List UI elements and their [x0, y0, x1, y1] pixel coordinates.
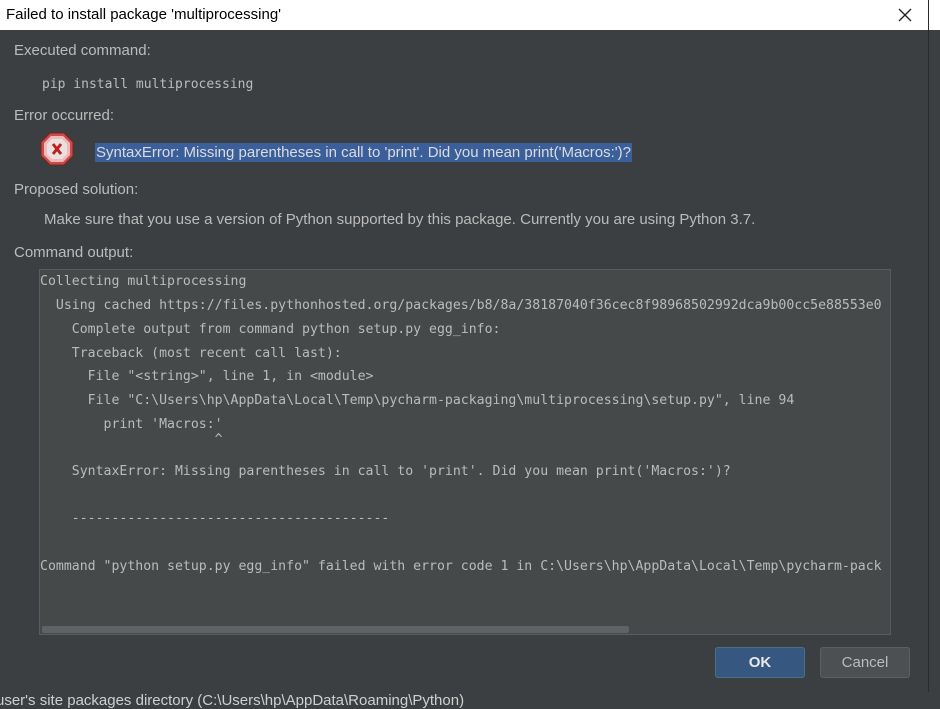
output-line: print 'Macros:' [40, 417, 223, 432]
output-line: ^ [40, 432, 223, 447]
output-line: Command "python setup.py egg_info" faile… [40, 559, 882, 574]
command-output-panel[interactable]: Collecting multiprocessing Using cached … [39, 269, 891, 635]
output-line: SyntaxError: Missing parentheses in call… [40, 464, 731, 479]
output-line: Complete output from command python setu… [40, 322, 501, 337]
background-edge [929, 30, 940, 692]
executed-command-label: Executed command: [14, 42, 151, 59]
scrollbar-thumb[interactable] [42, 626, 629, 633]
output-line: ---------------------------------------- [40, 511, 390, 526]
ok-button[interactable]: OK [715, 647, 805, 678]
output-line: Traceback (most recent call last): [40, 346, 342, 361]
horizontal-scrollbar[interactable] [40, 624, 890, 634]
dialog-title: Failed to install package 'multiprocessi… [6, 6, 282, 23]
close-button[interactable] [882, 0, 928, 30]
dialog-titlebar: Failed to install package 'multiprocessi… [0, 0, 928, 30]
error-message[interactable]: SyntaxError: Missing parentheses in call… [95, 143, 632, 162]
background-edge [929, 0, 940, 30]
output-line: Collecting multiprocessing [40, 274, 247, 289]
background-site-packages-text: user's site packages directory (C:\Users… [0, 692, 465, 709]
error-occurred-label: Error occurred: [14, 107, 115, 124]
executed-command: pip install multiprocessing [42, 77, 254, 92]
output-line: File "<string>", line 1, in <module> [40, 369, 374, 384]
install-failed-dialog: Failed to install package 'multiprocessi… [0, 0, 929, 692]
error-icon [40, 132, 74, 166]
output-line: Using cached https://files.pythonhosted.… [40, 298, 882, 313]
command-output-label: Command output: [14, 244, 134, 261]
output-line: File "C:\Users\hp\AppData\Local\Temp\pyc… [40, 393, 795, 408]
close-icon [898, 8, 912, 22]
proposed-solution-text: Make sure that you use a version of Pyth… [44, 211, 756, 228]
proposed-solution-label: Proposed solution: [14, 181, 139, 198]
cancel-button[interactable]: Cancel [820, 647, 910, 678]
